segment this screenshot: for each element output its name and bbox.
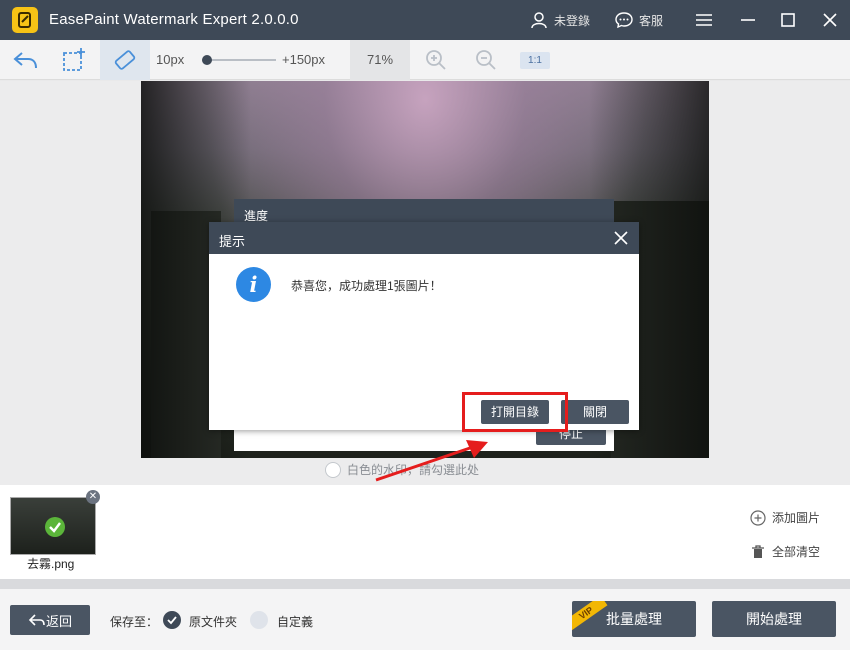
zoom-out-button[interactable] [472,40,500,80]
back-icon [28,614,45,626]
title-bar: EasePaint Watermark Expert 2.0.0.0 未登錄 客… [0,0,850,40]
check-icon [167,616,177,625]
batch-process-label: 批量處理 [606,611,662,627]
zoom-in-button[interactable] [422,40,450,80]
plus-circle-icon [750,509,766,526]
brush-size-slider-handle[interactable] [202,55,212,65]
eraser-tool-button[interactable] [100,40,150,80]
maximize-icon [781,13,795,27]
original-folder-radio[interactable] [163,611,181,629]
close-window-button[interactable] [818,8,842,32]
brush-size-min: 10px [156,52,185,67]
success-dialog: 提示 i 恭喜您，成功處理1張圖片！ 打開目錄 關閉 [209,222,639,430]
select-tool-button[interactable] [56,40,92,80]
user-icon [531,12,547,29]
app-title: EasePaint Watermark Expert 2.0.0.0 [49,11,299,28]
service-label: 客服 [639,13,664,28]
clear-all-label: 全部清空 [772,545,821,559]
dialog-close-button[interactable] [611,228,631,248]
actual-size-button[interactable]: 1:1 [520,52,550,69]
custom-folder-label[interactable]: 自定義 [277,613,313,630]
close-icon [823,13,837,27]
trash-icon [752,544,764,558]
back-label: 返回 [45,613,72,629]
original-folder-label[interactable]: 原文件夾 [189,613,237,630]
custom-folder-radio[interactable] [250,611,268,629]
white-watermark-radio[interactable] [325,461,341,478]
brush-size-slider[interactable] [202,55,276,65]
start-process-button[interactable]: 開始處理 [712,601,836,637]
remove-file-button[interactable]: ✕ [86,490,100,504]
info-icon: i [236,267,271,302]
brush-size-max: +150px [282,52,326,67]
service-button[interactable]: 客服 [615,11,663,29]
success-check-icon [45,517,65,537]
file-name: 去霧.png [27,557,75,571]
undo-icon [13,52,37,69]
progress-dialog-header: 進度 [234,199,614,223]
file-thumbnail[interactable] [10,497,96,555]
minimize-button[interactable] [736,8,760,32]
file-list: ✕ 去霧.png 添加圖片 全部清空 [0,485,850,579]
app-logo-icon [12,7,38,33]
zoom-level: 71% [350,40,410,80]
minimize-icon [741,19,755,21]
chat-icon [615,12,633,29]
rectangle-select-icon [63,48,85,71]
dialog-title: 提示 [219,234,246,249]
divider [0,579,850,589]
toolbar: 10px +150px 71% 1:1 [0,40,850,80]
vip-badge: VIP [572,601,608,631]
dialog-message: 恭喜您，成功處理1張圖片！ [291,279,442,293]
eraser-icon [114,50,136,70]
clear-all-button[interactable]: 全部清空 [750,543,820,560]
zoom-out-icon [476,50,496,70]
close-button[interactable]: 關閉 [561,400,629,424]
maximize-button[interactable] [776,8,800,32]
undo-button[interactable] [8,40,44,80]
zoom-in-icon [426,50,446,70]
hamburger-icon [696,14,712,26]
bottom-bar: 返回 保存至： 原文件夾 自定義 VIP 批量處理 開始處理 [0,589,850,650]
add-image-label: 添加圖片 [772,511,821,525]
login-button[interactable]: 未登錄 [530,11,590,29]
dialog-header: 提示 [209,222,639,254]
arrow-annotation-icon [375,440,488,482]
menu-button[interactable] [692,8,716,32]
add-image-button[interactable]: 添加圖片 [750,509,820,526]
highlight-annotation [462,392,568,432]
login-label: 未登錄 [554,13,591,28]
back-button[interactable]: 返回 [10,605,90,635]
close-icon [614,231,628,245]
batch-process-button[interactable]: VIP 批量處理 [572,601,696,637]
save-to-label: 保存至： [110,615,159,629]
